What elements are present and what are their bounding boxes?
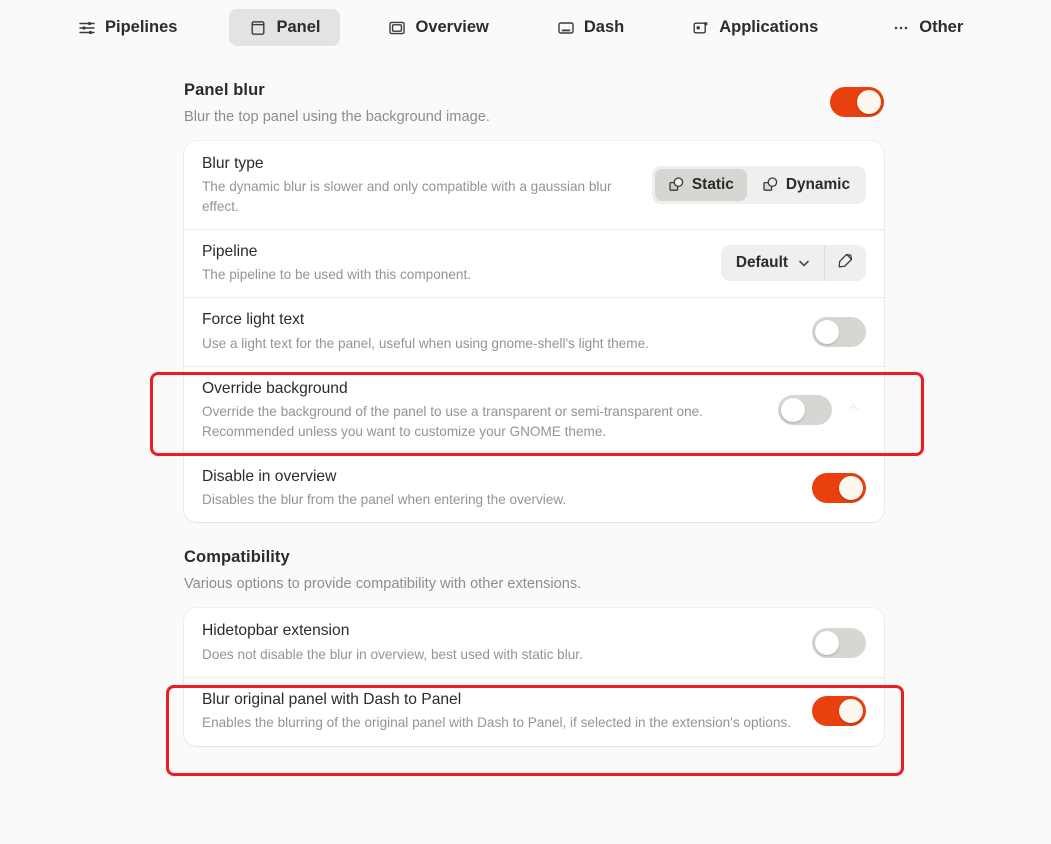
tab-bar: Pipelines Panel Overview Dash Applicatio… [0, 0, 1051, 55]
row-title: Force light text [202, 311, 305, 329]
applications-icon [692, 19, 710, 37]
sliders-icon [78, 19, 96, 37]
tab-label: Applications [719, 18, 819, 36]
row-subtitle: Does not disable the blur in overview, b… [202, 646, 583, 662]
row-title: Hidetopbar extension [202, 622, 350, 640]
chevron-down-icon [797, 256, 811, 270]
panel-blur-toggle[interactable] [830, 87, 884, 117]
toggle-knob [857, 90, 881, 114]
segment-static[interactable]: Static [654, 168, 747, 201]
row-title: Blur original panel with Dash to Panel [202, 690, 462, 708]
disable-in-overview-toggle[interactable] [812, 473, 866, 504]
toggle-knob [839, 476, 863, 501]
overview-icon [388, 19, 406, 37]
tab-label: Pipelines [105, 18, 178, 36]
tab-dash[interactable]: Dash [537, 9, 644, 46]
segment-dynamic[interactable]: Dynamic [749, 169, 863, 201]
override-background-expander[interactable] [840, 397, 866, 423]
row-subtitle: Use a light text for the panel, useful w… [202, 335, 649, 351]
blur-type-segmented-control: Static Dynamic [651, 165, 866, 204]
row-subtitle: The dynamic blur is slower and only comp… [202, 179, 612, 214]
hidetopbar-extension-toggle[interactable] [812, 627, 866, 658]
tab-label: Dash [583, 18, 625, 36]
toggle-knob [815, 319, 839, 344]
row-subtitle: Disables the blur from the panel when en… [202, 492, 567, 508]
toggle-knob [839, 699, 863, 724]
tab-applications[interactable]: Applications [672, 9, 838, 46]
row-override-background: Override background Override the backgro… [184, 365, 884, 454]
row-subtitle: Enables the blurring of the original pan… [202, 715, 791, 731]
tab-other[interactable]: Other [872, 9, 983, 46]
tab-panel[interactable]: Panel [229, 9, 341, 46]
panel-blur-section-header: Panel blur Blur the top panel using the … [184, 81, 884, 125]
row-hidetopbar-extension: Hidetopbar extension Does not disable th… [184, 608, 884, 677]
segment-label: Dynamic [785, 175, 850, 193]
panel-blur-title: Panel blur [184, 81, 265, 99]
chevron-up-icon [847, 401, 860, 419]
panel-blur-options-card: Blur type The dynamic blur is slower and… [184, 141, 884, 523]
pipeline-control-group: Default [720, 245, 866, 282]
pipeline-dropdown-value: Default [735, 254, 788, 272]
row-title: Pipeline [202, 242, 258, 260]
edit-icon [837, 252, 854, 274]
override-background-toggle[interactable] [778, 394, 832, 425]
row-blur-type: Blur type The dynamic blur is slower and… [184, 141, 884, 229]
row-force-light-text: Force light text Use a light text for th… [184, 297, 884, 366]
row-blur-original-panel-dash-to-panel: Blur original panel with Dash to Panel E… [184, 676, 884, 746]
row-subtitle: Override the background of the panel to … [202, 404, 703, 439]
compatibility-title: Compatibility [184, 548, 290, 567]
pipeline-dropdown[interactable]: Default [721, 245, 824, 281]
row-title: Disable in overview [202, 467, 337, 485]
panel-blur-subtitle: Blur the top panel using the background … [184, 109, 490, 125]
toggle-knob [781, 397, 805, 422]
segment-label: Static [691, 175, 734, 193]
dash-icon [557, 19, 575, 37]
compatibility-subtitle: Various options to provide compatibility… [184, 576, 582, 593]
shapes-icon [762, 176, 779, 193]
settings-content: Panel blur Blur the top panel using the … [0, 81, 1051, 746]
pipeline-edit-button[interactable] [824, 245, 866, 282]
shapes-icon [668, 176, 685, 193]
force-light-text-toggle[interactable] [812, 316, 866, 347]
toggle-knob [815, 630, 839, 655]
row-title: Blur type [202, 155, 264, 172]
tab-label: Overview [415, 18, 489, 36]
row-pipeline: Pipeline The pipeline to be used with th… [184, 228, 884, 298]
tab-label: Other [919, 18, 964, 36]
ellipsis-icon [892, 19, 910, 37]
tab-label: Panel [276, 18, 321, 36]
compatibility-section-header: Compatibility Various options to provide… [184, 548, 884, 592]
row-subtitle: The pipeline to be used with this compon… [202, 267, 472, 283]
row-disable-in-overview: Disable in overview Disables the blur fr… [184, 453, 884, 523]
blur-original-panel-dash-to-panel-toggle[interactable] [812, 696, 866, 727]
compatibility-options-card: Hidetopbar extension Does not disable th… [184, 608, 884, 746]
tab-overview[interactable]: Overview [368, 9, 508, 46]
tab-pipelines[interactable]: Pipelines [58, 9, 197, 46]
row-title: Override background [202, 379, 348, 397]
panel-icon [249, 19, 267, 37]
